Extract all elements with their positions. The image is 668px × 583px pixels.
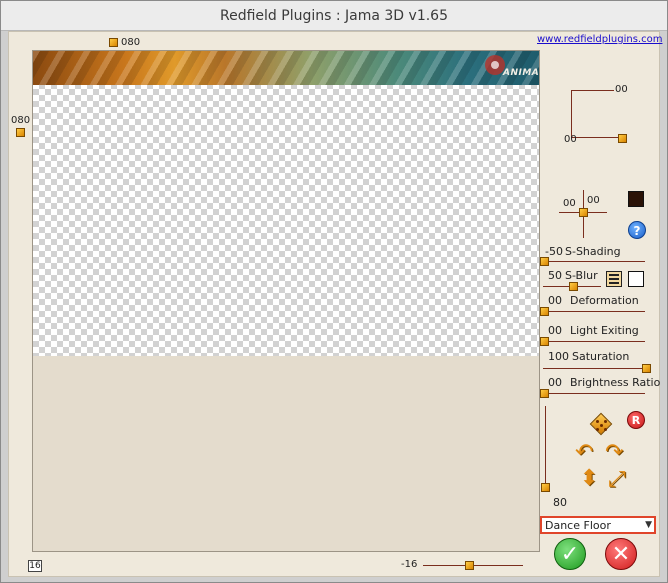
- slider-s-blur-value: 50: [548, 269, 562, 282]
- top-offset-handle[interactable]: [109, 38, 118, 47]
- slider-s-blur-handle[interactable]: [569, 282, 578, 291]
- color-swatch-light[interactable]: [628, 271, 644, 287]
- chevron-down-icon: ▼: [645, 520, 652, 530]
- ok-check-icon: ✓: [560, 542, 580, 567]
- dice-dot: [604, 428, 607, 431]
- position-box-top-line: [571, 90, 614, 91]
- light-x-value: 00: [563, 198, 576, 209]
- ok-button[interactable]: ✓: [554, 538, 586, 570]
- blur-pattern-icon[interactable]: [606, 271, 622, 287]
- slider-light-exiting-handle[interactable]: [540, 337, 549, 346]
- cancel-button[interactable]: ✕: [605, 538, 637, 570]
- slider-brightness-ratio-value: 00: [548, 376, 562, 389]
- left-offset-value: 080: [11, 115, 31, 126]
- slider-s-blur-label: S-Blur: [565, 269, 598, 282]
- top-offset-value: 080: [121, 37, 141, 48]
- position-x-value: 00: [615, 84, 628, 95]
- position-box[interactable]: [571, 90, 623, 138]
- title-bar: Redfield Plugins : Jama 3D v1.65: [1, 1, 667, 31]
- slider-brightness-ratio-label: Brightness Ratio: [570, 376, 661, 389]
- color-swatch-dark[interactable]: [628, 191, 644, 207]
- slider-light-exiting-track: [543, 341, 645, 342]
- transparency-checkerboard: [33, 83, 539, 356]
- slider-saturation-handle[interactable]: [642, 364, 651, 373]
- window-title: Redfield Plugins : Jama 3D v1.65: [220, 7, 448, 24]
- slider-deformation-label: Deformation: [570, 294, 639, 307]
- diagonal-arrow-icon[interactable]: ⤢: [608, 469, 626, 491]
- cancel-x-icon: ✕: [611, 542, 631, 567]
- plugin-client-area: 080 www.redfieldplugins.com 080 ANIMABEL…: [8, 31, 662, 577]
- slider-deformation-handle[interactable]: [540, 307, 549, 316]
- slider-light-exiting-label: Light Exiting: [570, 324, 639, 337]
- slider-saturation-label: Saturation: [572, 350, 630, 363]
- slider-brightness-ratio-handle[interactable]: [540, 389, 549, 398]
- preview-canvas[interactable]: ANIMABELLE: [32, 50, 540, 552]
- frame-texture-pattern: [33, 51, 539, 85]
- slider-saturation-track: [543, 368, 645, 369]
- plugin-window: Redfield Plugins : Jama 3D v1.65 080 www…: [0, 0, 668, 583]
- slider-s-shading-track: [543, 261, 645, 262]
- slider-saturation-value: 100: [548, 350, 569, 363]
- watermark-text: ANIMABELLE: [503, 68, 540, 78]
- slider-s-shading-label: S-Shading: [565, 245, 621, 258]
- flip-vertical-icon[interactable]: ⬍: [580, 468, 598, 490]
- corner-value-box[interactable]: 16: [28, 560, 42, 572]
- website-link[interactable]: www.redfieldplugins.com: [537, 34, 662, 45]
- bottom-slider-handle[interactable]: [465, 561, 474, 570]
- position-y-value: 00: [564, 134, 577, 145]
- vertical-slider-handle[interactable]: [541, 483, 550, 492]
- slider-brightness-ratio-track: [543, 393, 645, 394]
- reset-button[interactable]: R: [627, 411, 645, 429]
- dice-dot: [600, 424, 603, 427]
- vertical-slider-value: 80: [553, 496, 567, 509]
- slider-s-shading-handle[interactable]: [540, 257, 549, 266]
- vertical-slider-track: [545, 406, 546, 492]
- bottom-slider-value: -16: [401, 559, 418, 570]
- dice-dot: [596, 428, 599, 431]
- preset-selected-value: Dance Floor: [545, 518, 611, 532]
- light-direction-handle[interactable]: [579, 208, 588, 217]
- dice-dot: [604, 420, 607, 423]
- rotate-right-icon[interactable]: ↷: [605, 442, 623, 464]
- help-button[interactable]: ?: [628, 221, 646, 239]
- left-offset-handle[interactable]: [16, 128, 25, 137]
- light-y-value: 00: [587, 195, 600, 206]
- slider-deformation-value: 00: [548, 294, 562, 307]
- dice-dot: [596, 420, 599, 423]
- rotate-left-icon[interactable]: ↶: [575, 442, 593, 464]
- slider-deformation-track: [543, 311, 645, 312]
- slider-light-exiting-value: 00: [548, 324, 562, 337]
- position-handle[interactable]: [618, 134, 627, 143]
- preset-select[interactable]: Dance Floor ▼: [540, 516, 656, 534]
